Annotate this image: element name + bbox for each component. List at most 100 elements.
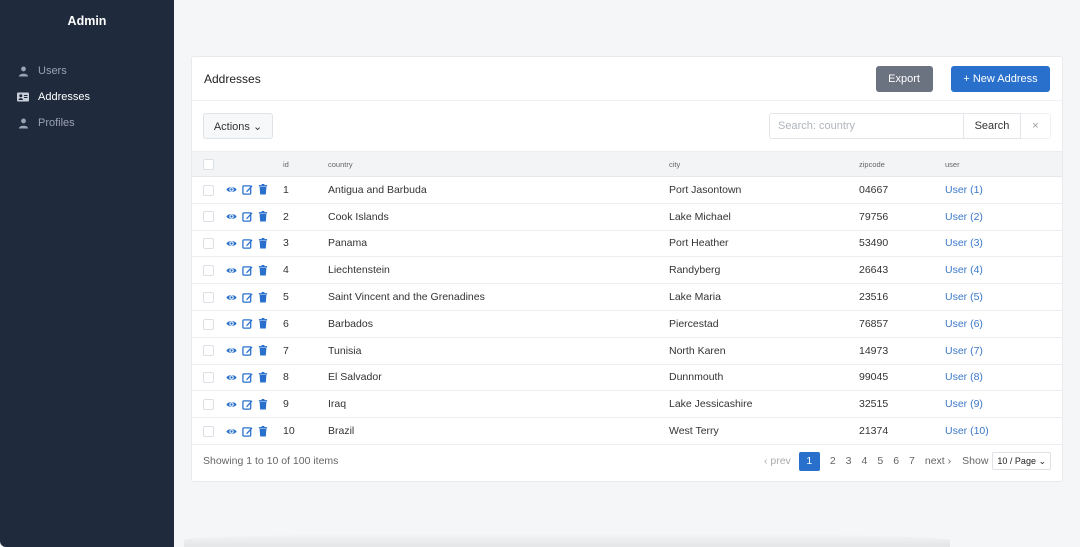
cell-id: 1 — [283, 183, 289, 196]
row-checkbox[interactable] — [203, 345, 214, 357]
delete-icon[interactable] — [258, 237, 268, 249]
delete-icon[interactable] — [258, 371, 268, 383]
cell-city: Lake Jessicashire — [669, 398, 753, 411]
search-button[interactable]: Search — [963, 113, 1021, 139]
view-icon[interactable] — [226, 292, 237, 303]
row-checkbox[interactable] — [203, 372, 214, 384]
view-icon[interactable] — [226, 372, 237, 383]
view-icon[interactable] — [226, 265, 237, 276]
page-title: Addresses — [204, 71, 261, 86]
column-header-user[interactable]: user — [945, 152, 1062, 177]
user-link[interactable]: User (1) — [945, 184, 983, 196]
next-page-button[interactable]: next › — [920, 455, 956, 467]
cell-country: El Salvador — [328, 371, 382, 384]
view-icon[interactable] — [226, 426, 237, 437]
column-header-id[interactable]: id — [283, 152, 328, 177]
table-row: 2 Cook Islands Lake Michael 79756 User (2) — [192, 203, 1062, 231]
new-address-button[interactable]: + New Address — [951, 65, 1050, 92]
edit-icon[interactable] — [242, 372, 253, 383]
prev-page-button[interactable]: ‹ prev — [759, 455, 796, 467]
sidebar-item-label: Addresses — [38, 91, 90, 103]
page-button-6[interactable]: 6 — [888, 455, 904, 467]
edit-icon[interactable] — [242, 318, 253, 330]
delete-icon[interactable] — [258, 318, 268, 329]
view-icon[interactable] — [226, 399, 237, 410]
user-link[interactable]: User (4) — [945, 264, 983, 276]
cell-zipcode: 99045 — [859, 371, 889, 384]
view-icon[interactable] — [226, 345, 237, 356]
sidebar-item-addresses[interactable]: Addresses — [0, 84, 174, 110]
cell-country: Cook Islands — [328, 210, 389, 223]
edit-icon[interactable] — [242, 399, 253, 410]
cell-id: 8 — [283, 371, 289, 384]
view-icon[interactable] — [226, 211, 237, 222]
user-link[interactable]: User (2) — [945, 211, 983, 223]
edit-icon[interactable] — [242, 265, 253, 276]
user-link[interactable]: User (5) — [945, 291, 983, 303]
actions-dropdown[interactable]: Actions ⌄ — [203, 113, 273, 139]
clear-search-button[interactable]: × — [1021, 113, 1051, 139]
delete-icon[interactable] — [258, 211, 268, 222]
cell-id: 9 — [283, 398, 289, 411]
edit-icon[interactable] — [242, 292, 253, 303]
view-icon[interactable] — [226, 184, 237, 195]
page-button-5[interactable]: 5 — [872, 455, 888, 467]
view-icon[interactable] — [226, 318, 237, 329]
edit-icon[interactable] — [242, 184, 253, 196]
row-checkbox[interactable] — [203, 398, 214, 410]
row-checkbox[interactable] — [203, 211, 214, 223]
delete-icon[interactable] — [258, 425, 268, 437]
page-button-4[interactable]: 4 — [857, 455, 873, 467]
page-button-3[interactable]: 3 — [841, 455, 857, 467]
user-link[interactable]: User (10) — [945, 425, 989, 437]
addresses-card: Addresses Export + New Address Actions ⌄… — [191, 56, 1063, 482]
search-input[interactable] — [769, 113, 963, 139]
view-icon[interactable] — [226, 238, 237, 249]
address-card-icon — [17, 91, 29, 103]
user-link[interactable]: User (6) — [945, 318, 983, 330]
page-size-select[interactable]: 10 / Page ⌄ — [992, 452, 1051, 470]
user-link[interactable]: User (3) — [945, 237, 983, 249]
export-button[interactable]: Export — [875, 65, 933, 92]
row-checkbox[interactable] — [203, 238, 214, 250]
cell-id: 7 — [283, 344, 289, 357]
page-button-2[interactable]: 2 — [825, 455, 841, 467]
row-checkbox[interactable] — [203, 184, 214, 196]
sidebar-item-users[interactable]: Users — [0, 58, 174, 84]
delete-icon[interactable] — [258, 264, 268, 276]
delete-icon[interactable] — [258, 345, 268, 356]
search-group: Search × — [769, 113, 1051, 139]
row-checkbox[interactable] — [203, 265, 214, 276]
delete-icon[interactable] — [258, 184, 268, 195]
edit-icon[interactable] — [242, 238, 253, 249]
cell-city: Port Jasontown — [669, 183, 742, 196]
table-row: 7 Tunisia North Karen 14973 User (7) — [192, 337, 1062, 365]
cell-id: 3 — [283, 237, 289, 250]
select-all-checkbox[interactable] — [203, 158, 214, 170]
cell-id: 2 — [283, 210, 289, 223]
show-label: Show — [962, 455, 989, 467]
column-header-country[interactable]: country — [328, 152, 669, 177]
edit-icon[interactable] — [242, 211, 253, 222]
cell-city: Lake Michael — [669, 210, 731, 223]
row-checkbox[interactable] — [203, 425, 214, 437]
user-link[interactable]: User (7) — [945, 345, 983, 357]
row-checkbox[interactable] — [203, 318, 214, 330]
table-row: 6 Barbados Piercestad 76857 User (6) — [192, 310, 1062, 338]
column-header-city[interactable]: city — [669, 152, 859, 177]
delete-icon[interactable] — [258, 291, 268, 303]
column-header-zipcode[interactable]: zipcode — [859, 152, 945, 177]
delete-icon[interactable] — [258, 398, 268, 410]
user-link[interactable]: User (8) — [945, 371, 983, 383]
cell-zipcode: 32515 — [859, 398, 889, 411]
edit-icon[interactable] — [242, 345, 253, 356]
row-checkbox[interactable] — [203, 291, 214, 303]
actions-column-header — [226, 152, 283, 177]
cell-country: Liechtenstein — [328, 264, 390, 277]
card-footer: Showing 1 to 10 of 100 items ‹ prev 1234… — [192, 441, 1062, 481]
page-button-1[interactable]: 1 — [798, 451, 820, 471]
edit-icon[interactable] — [242, 426, 253, 437]
user-link[interactable]: User (9) — [945, 398, 983, 410]
page-button-7[interactable]: 7 — [904, 455, 920, 467]
sidebar-item-profiles[interactable]: Profiles — [0, 110, 174, 136]
